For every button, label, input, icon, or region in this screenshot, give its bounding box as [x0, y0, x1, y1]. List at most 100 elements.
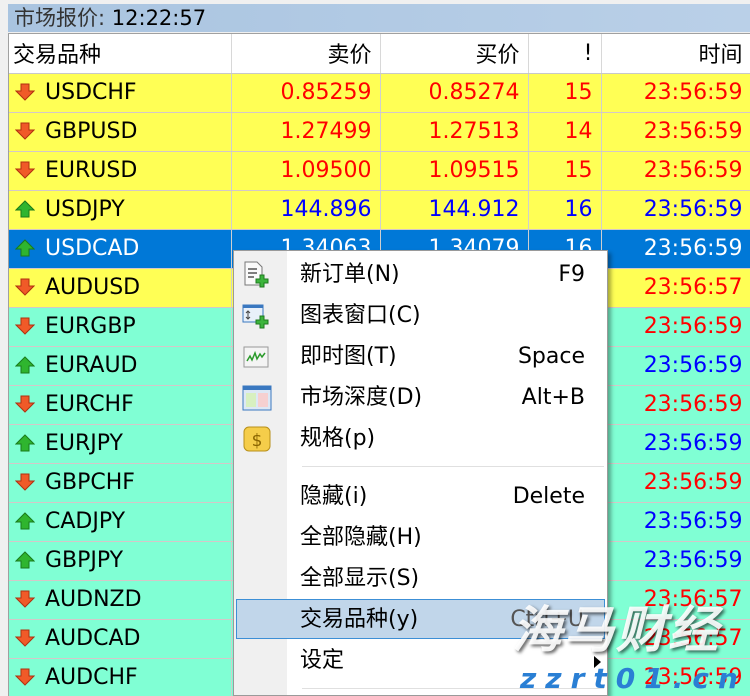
symbol-name: USDCHF — [45, 80, 137, 105]
symbol-cell[interactable]: GBPJPY — [9, 541, 232, 581]
symbol-name: EURCHF — [45, 392, 134, 417]
time-cell: 23:56:59 — [601, 307, 750, 347]
column-header-spread[interactable]: ! — [528, 34, 602, 74]
table-row[interactable]: USDJPY 144.896 144.912 16 23:56:59 — [9, 190, 750, 230]
svg-text:$: $ — [252, 431, 263, 451]
table-row[interactable]: GBPUSD 1.27499 1.27513 14 23:56:59 — [9, 112, 750, 152]
menu-item-label: 交易品种(y) — [300, 607, 419, 632]
time-cell: 23:56:59 — [601, 658, 750, 696]
symbol-cell[interactable]: CADJPY — [9, 502, 232, 542]
arrow-up-icon — [14, 355, 36, 374]
menu-item-hide-all[interactable]: 全部隐藏(H) — [234, 518, 607, 558]
symbol-name: GBPCHF — [45, 470, 135, 495]
menu-item-label: 即时图(T) — [300, 344, 397, 369]
menu-item-label: 市场深度(D) — [300, 385, 423, 410]
submenu-arrow-icon — [594, 656, 601, 668]
column-header-time[interactable]: 时间 — [601, 34, 750, 74]
market-watch-title-bar: 市场报价: 12:22:57 — [8, 4, 750, 32]
symbol-cell[interactable]: EURCHF — [9, 385, 232, 425]
ask-cell: 1.09515 — [380, 151, 529, 191]
spread-cell: 14 — [528, 112, 602, 152]
bid-cell: 0.85259 — [231, 73, 381, 113]
context-menu: 新订单(N) F9 图表窗口(C) 即时图(T) Space 市场深度(D) A… — [233, 250, 608, 696]
time-cell: 23:56:57 — [601, 619, 750, 659]
menu-item-shortcut: Delete — [512, 484, 585, 509]
time-cell: 23:56:59 — [601, 424, 750, 464]
symbol-cell[interactable]: USDCAD — [9, 229, 232, 269]
symbol-cell[interactable]: USDJPY — [9, 190, 232, 230]
menu-item-chart-window[interactable]: 图表窗口(C) — [234, 296, 607, 336]
symbol-name: AUDCHF — [45, 665, 138, 690]
menu-item-tick-chart[interactable]: 即时图(T) Space — [234, 337, 607, 377]
menu-item-shortcut: Ctrl+U — [510, 607, 584, 632]
arrow-up-icon — [14, 199, 36, 218]
specification-icon: $ — [242, 425, 272, 453]
symbol-cell[interactable]: AUDUSD — [9, 268, 232, 308]
symbol-cell[interactable]: GBPCHF — [9, 463, 232, 503]
symbol-name: GBPUSD — [45, 119, 138, 144]
menu-item-specification[interactable]: $ 规格(p) — [234, 419, 607, 459]
column-header-symbol[interactable]: 交易品种 — [9, 34, 232, 74]
menu-item-label: 全部显示(S) — [300, 566, 420, 591]
menu-item-label: 图表窗口(C) — [300, 303, 421, 328]
arrow-up-icon — [14, 238, 36, 257]
menu-item-new-order[interactable]: 新订单(N) F9 — [234, 255, 607, 295]
bid-cell: 1.09500 — [231, 151, 381, 191]
time-cell: 23:56:59 — [601, 502, 750, 542]
menu-item-shortcut: Alt+B — [521, 385, 585, 410]
menu-item-settings[interactable]: 设定 — [234, 641, 607, 681]
menu-item-market-depth[interactable]: 市场深度(D) Alt+B — [234, 378, 607, 418]
window-title: 市场报价: — [14, 6, 106, 30]
menu-item-show-all[interactable]: 全部显示(S) — [234, 559, 607, 599]
symbol-name: EURUSD — [45, 158, 138, 183]
menu-item-symbols[interactable]: 交易品种(y) Ctrl+U — [236, 599, 605, 639]
symbol-cell[interactable]: EURGBP — [9, 307, 232, 347]
time-cell: 23:56:57 — [601, 268, 750, 308]
time-cell: 23:56:59 — [601, 190, 750, 230]
symbol-cell[interactable]: EURUSD — [9, 151, 232, 191]
menu-separator — [302, 688, 604, 689]
symbol-cell[interactable]: GBPUSD — [9, 112, 232, 152]
symbol-cell[interactable]: AUDNZD — [9, 580, 232, 620]
market-depth-icon — [242, 384, 272, 412]
time-cell: 23:56:59 — [601, 151, 750, 191]
table-row[interactable]: USDCHF 0.85259 0.85274 15 23:56:59 — [9, 73, 750, 113]
column-header-bid[interactable]: 卖价 — [231, 34, 381, 74]
arrow-down-icon — [14, 160, 36, 179]
bid-cell: 144.896 — [231, 190, 381, 230]
table-row[interactable]: EURUSD 1.09500 1.09515 15 23:56:59 — [9, 151, 750, 191]
menu-item-shortcut: Space — [517, 344, 585, 369]
time-cell: 23:56:59 — [601, 73, 750, 113]
menu-separator — [302, 466, 604, 467]
symbol-name: AUDCAD — [45, 626, 141, 651]
menu-item-shortcut: F9 — [558, 262, 585, 287]
symbol-cell[interactable]: AUDCHF — [9, 658, 232, 696]
arrow-down-icon — [14, 316, 36, 335]
column-header-ask[interactable]: 买价 — [380, 34, 529, 74]
chart-window-icon — [242, 302, 272, 330]
menu-item-hide[interactable]: 隐藏(i) Delete — [234, 477, 607, 517]
arrow-up-icon — [14, 550, 36, 569]
arrow-down-icon — [14, 589, 36, 608]
symbol-cell[interactable]: EURAUD — [9, 346, 232, 386]
time-cell: 23:56:59 — [601, 541, 750, 581]
symbol-name: USDJPY — [45, 197, 125, 222]
symbol-cell[interactable]: EURJPY — [9, 424, 232, 464]
new-order-icon — [242, 261, 272, 289]
table-header: 交易品种 卖价 买价 ! 时间 — [9, 34, 750, 74]
time-cell: 23:56:59 — [601, 463, 750, 503]
spread-cell: 15 — [528, 73, 602, 113]
menu-item-label: 隐藏(i) — [300, 484, 368, 509]
arrow-down-icon — [14, 394, 36, 413]
symbol-name: CADJPY — [45, 509, 126, 534]
ask-cell: 1.27513 — [380, 112, 529, 152]
symbol-cell[interactable]: USDCHF — [9, 73, 232, 113]
arrow-down-icon — [14, 667, 36, 686]
symbol-name: EURAUD — [45, 353, 138, 378]
arrow-down-icon — [14, 82, 36, 101]
ask-cell: 0.85274 — [380, 73, 529, 113]
server-time: 12:22:57 — [111, 6, 207, 30]
menu-item-label: 设定 — [300, 648, 345, 673]
symbol-cell[interactable]: AUDCAD — [9, 619, 232, 659]
symbol-name: AUDUSD — [45, 275, 141, 300]
